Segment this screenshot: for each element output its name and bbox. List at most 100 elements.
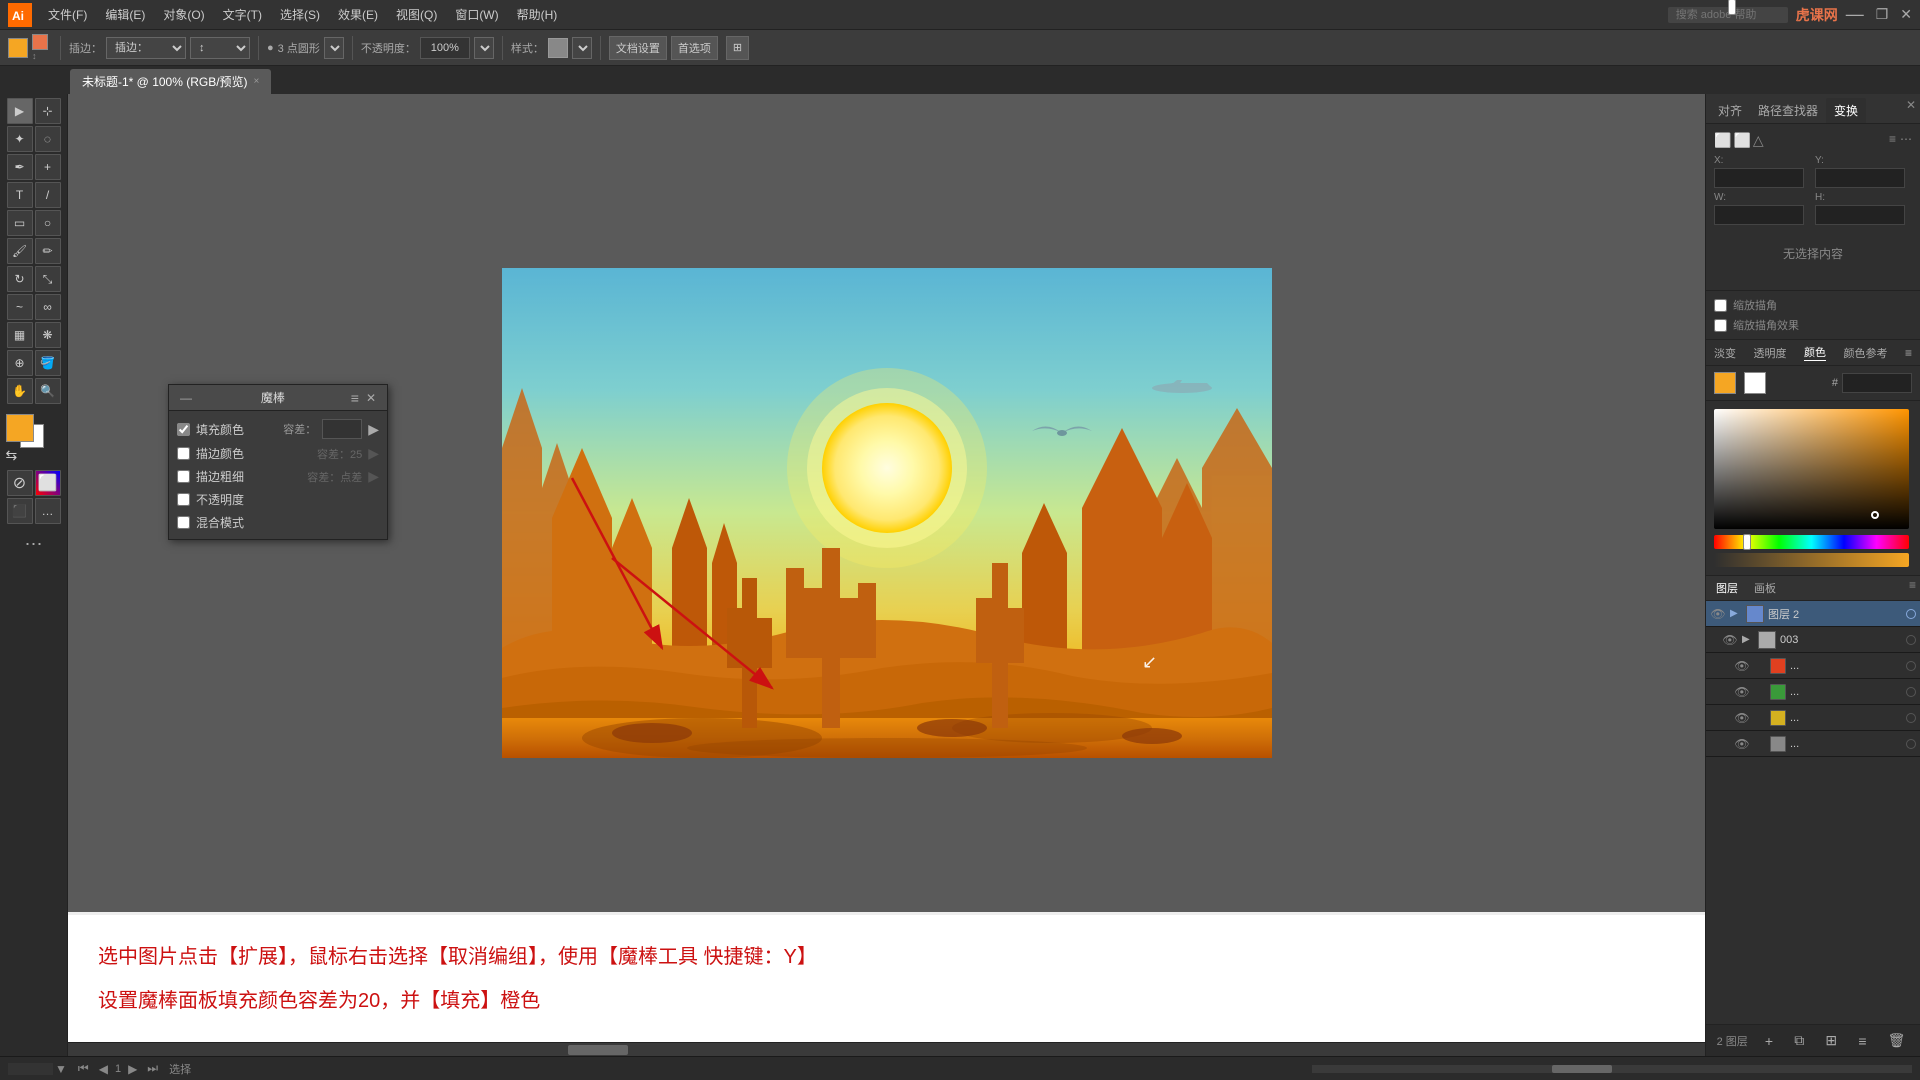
tab-pathfinder[interactable]: 路径查找器 bbox=[1750, 98, 1826, 123]
layer2-target-dot[interactable] bbox=[1906, 609, 1916, 619]
menu-object[interactable]: 对象(O) bbox=[155, 4, 212, 25]
opacity-select[interactable]: ▼ bbox=[474, 37, 494, 59]
color3-eye-icon[interactable]: 👁 bbox=[1734, 710, 1750, 726]
layer003-eye-icon[interactable]: 👁 bbox=[1722, 632, 1738, 648]
layers-options-btn[interactable]: ≡ bbox=[1854, 1031, 1870, 1051]
swap-colors-icon[interactable]: ⇆ bbox=[6, 447, 18, 464]
layer-row-layer2[interactable]: 👁 ▶ 图层 2 bbox=[1706, 601, 1920, 627]
expand-tools-icon[interactable]: ⋯ bbox=[25, 534, 43, 555]
color-guide-tab[interactable]: 颜色参考 bbox=[1843, 345, 1887, 361]
layer-row-color3[interactable]: 👁 ... bbox=[1706, 705, 1920, 731]
document-tab[interactable]: 未标题-1* @ 100% (RGB/预览) × bbox=[70, 69, 271, 94]
symbol-tool[interactable]: ❋ bbox=[35, 322, 61, 348]
restore-btn[interactable]: ❐ bbox=[1876, 6, 1889, 23]
brush-select[interactable]: 插边： bbox=[106, 37, 186, 59]
foreground-color[interactable] bbox=[6, 414, 34, 442]
tab-close-btn[interactable]: × bbox=[254, 76, 260, 87]
layers-tab-layers[interactable]: 图层 bbox=[1710, 578, 1744, 598]
rotate-tool[interactable]: ↻ bbox=[7, 266, 33, 292]
layer2-eye-icon[interactable]: 👁 bbox=[1710, 606, 1726, 622]
scale-effects-checkbox[interactable] bbox=[1714, 319, 1727, 332]
opacity-checkbox[interactable] bbox=[177, 493, 190, 506]
scale-strokes-checkbox[interactable] bbox=[1714, 299, 1727, 312]
color1-eye-icon[interactable]: 👁 bbox=[1734, 658, 1750, 674]
color4-target-dot[interactable] bbox=[1906, 739, 1916, 749]
blend-mode-checkbox[interactable] bbox=[177, 516, 190, 529]
color-picker-gradient[interactable] bbox=[1714, 409, 1909, 529]
magic-panel-minimize[interactable]: — bbox=[177, 391, 195, 405]
opacity-input[interactable] bbox=[420, 37, 470, 59]
layers-add-btn[interactable]: + bbox=[1761, 1031, 1777, 1051]
page-prev-btn[interactable]: ◀ bbox=[96, 1062, 111, 1076]
more-tools-icon[interactable]: … bbox=[35, 498, 61, 524]
color3-target-dot[interactable] bbox=[1906, 713, 1916, 723]
color2-eye-icon[interactable]: 👁 bbox=[1734, 684, 1750, 700]
transform-w-input[interactable] bbox=[1714, 205, 1804, 225]
pen-tool[interactable]: ✒ bbox=[7, 154, 33, 180]
scale-tool[interactable]: ⤡ bbox=[35, 266, 61, 292]
page-last-btn[interactable]: ⏭ bbox=[144, 1061, 161, 1076]
layer2-expand-icon[interactable]: ▶ bbox=[1730, 608, 1742, 619]
lasso-tool[interactable]: ◌ bbox=[35, 126, 61, 152]
hex-input[interactable]: EF9D2E bbox=[1842, 373, 1912, 393]
point-select[interactable]: ▼ bbox=[324, 37, 344, 59]
magic-panel-menu-icon[interactable]: ≡ bbox=[351, 390, 359, 406]
color-tab[interactable]: 颜色 bbox=[1804, 344, 1826, 361]
magic-panel-titlebar[interactable]: — 魔棒 ≡ ✕ bbox=[169, 385, 387, 411]
none-icon[interactable]: ⊘ bbox=[7, 470, 33, 496]
layer003-expand-icon[interactable]: ▶ bbox=[1742, 634, 1754, 645]
arrange-btn[interactable]: ⊞ bbox=[726, 36, 749, 60]
layer003-target-dot[interactable] bbox=[1906, 635, 1916, 645]
eyedropper-tool[interactable]: ⊕ bbox=[7, 350, 33, 376]
color1-target-dot[interactable] bbox=[1906, 661, 1916, 671]
transform-h-input[interactable] bbox=[1815, 205, 1905, 225]
menu-edit[interactable]: 编辑(E) bbox=[97, 4, 153, 25]
minimize-btn[interactable]: — bbox=[1846, 4, 1864, 25]
color2-target-dot[interactable] bbox=[1906, 687, 1916, 697]
color4-eye-icon[interactable]: 👁 bbox=[1734, 736, 1750, 752]
fg-swatch[interactable] bbox=[1714, 372, 1736, 394]
fill-color-swatch[interactable] bbox=[8, 38, 28, 58]
opacity-slider[interactable] bbox=[1714, 553, 1909, 567]
color-section-menu[interactable]: ≡ bbox=[1905, 346, 1912, 360]
layer-row-003[interactable]: 👁 ▶ 003 bbox=[1706, 627, 1920, 653]
color-picker-handle[interactable] bbox=[1871, 511, 1879, 519]
bottom-scrollbar-thumb[interactable] bbox=[568, 1045, 628, 1055]
canvas-scroll[interactable]: — 魔棒 ≡ ✕ 填充颜色 容差： 20 bbox=[68, 94, 1705, 1042]
line-tool[interactable]: / bbox=[35, 182, 61, 208]
layers-delete-btn[interactable]: 🗑 bbox=[1884, 1030, 1910, 1051]
menu-effect[interactable]: 效果(E) bbox=[330, 4, 386, 25]
bg-swatch[interactable] bbox=[1744, 372, 1766, 394]
screen-mode-icon[interactable]: ⬛ bbox=[7, 498, 33, 524]
brush-tool[interactable]: 🖌 bbox=[7, 238, 33, 264]
stroke-color-checkbox[interactable] bbox=[177, 447, 190, 460]
zoom-tool[interactable]: 🔍 bbox=[35, 378, 61, 404]
layers-tab-artboards[interactable]: 画板 bbox=[1748, 578, 1782, 598]
column-graph-tool[interactable]: ▦ bbox=[7, 322, 33, 348]
style-swatch[interactable] bbox=[548, 38, 568, 58]
stroke-weight-checkbox[interactable] bbox=[177, 470, 190, 483]
fill-color-checkbox[interactable] bbox=[177, 423, 190, 436]
bottom-scrollbar[interactable] bbox=[68, 1042, 1705, 1056]
add-anchor-tool[interactable]: + bbox=[35, 154, 61, 180]
pencil-tool[interactable]: ✏ bbox=[35, 238, 61, 264]
doc-settings-btn[interactable]: 文档设置 bbox=[609, 36, 667, 60]
hand-tool[interactable]: ✋ bbox=[7, 378, 33, 404]
magic-panel-close-btn[interactable]: ✕ bbox=[363, 391, 379, 405]
transform-x-input[interactable] bbox=[1714, 168, 1804, 188]
menu-view[interactable]: 视图(Q) bbox=[388, 4, 445, 25]
progress-thumb[interactable] bbox=[1552, 1065, 1612, 1073]
paint-bucket-tool[interactable]: 🪣 bbox=[35, 350, 61, 376]
layers-menu-icon[interactable]: ≡ bbox=[1909, 578, 1916, 598]
menu-help[interactable]: 帮助(H) bbox=[509, 4, 566, 25]
color-icon[interactable]: ⬜ bbox=[35, 470, 61, 496]
select-tool[interactable]: ▶ bbox=[7, 98, 33, 124]
fill-tolerance-input[interactable]: 20 bbox=[322, 419, 362, 439]
menu-select[interactable]: 选择(S) bbox=[272, 4, 328, 25]
stroke-color-swatch[interactable] bbox=[32, 34, 48, 50]
fill-tolerance-expand-icon[interactable]: ▶ bbox=[368, 421, 379, 438]
tab-align[interactable]: 对齐 bbox=[1710, 98, 1750, 123]
progress-bar[interactable] bbox=[1312, 1065, 1912, 1073]
zoom-input[interactable]: 100% bbox=[8, 1063, 53, 1075]
page-next-btn[interactable]: ▶ bbox=[125, 1062, 140, 1076]
